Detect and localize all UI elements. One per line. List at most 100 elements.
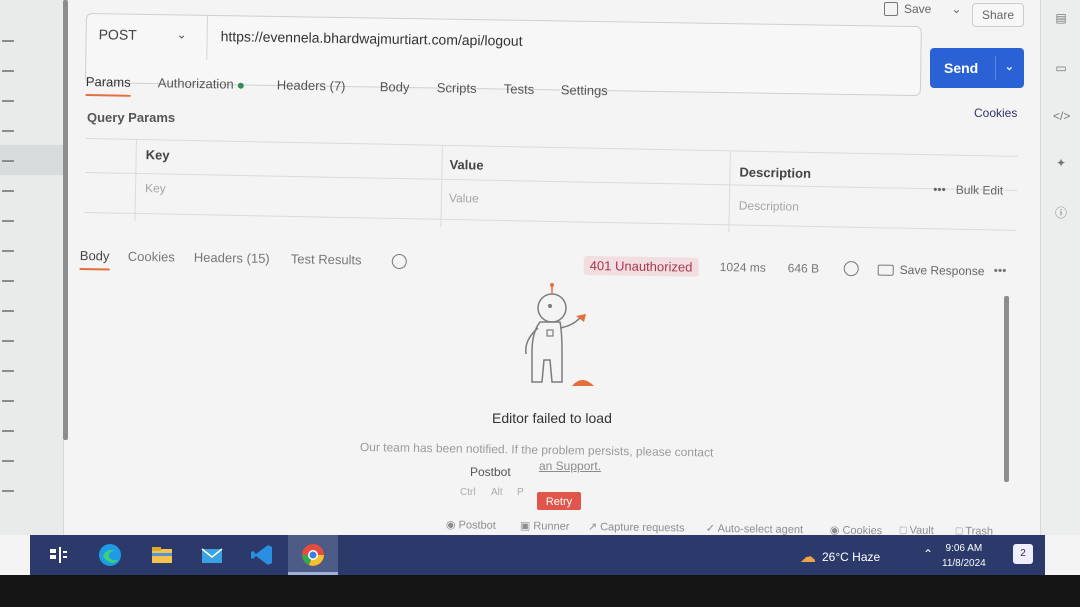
more-icon: ••• [933,182,946,197]
more-icon[interactable]: ••• [994,263,1007,277]
sidebar-item[interactable] [2,160,14,162]
sidebar-item[interactable] [2,100,14,102]
tab-headers[interactable]: Headers (7) [277,77,346,93]
task-view-icon[interactable] [44,541,72,569]
comments-icon[interactable]: ▭ [1053,60,1069,76]
query-params-heading: Query Params [87,110,176,125]
support-link[interactable]: an Support. [539,459,601,473]
vscode-icon[interactable] [248,541,276,569]
sidebar-item[interactable] [2,40,14,42]
divider [728,150,731,233]
mail-icon[interactable] [198,541,226,569]
document-icon[interactable]: ▤ [1053,10,1069,26]
tab-settings[interactable]: Settings [561,82,608,98]
save-label: Save [904,2,932,16]
error-message: Our team has been notified. If the probl… [359,440,714,460]
chevron-down-icon[interactable]: ⌄ [951,2,961,16]
divider [440,144,443,227]
chevron-up-icon[interactable]: ⌃ [923,547,933,561]
error-title: Editor failed to load [492,410,612,426]
tab-authorization[interactable]: Authorization [157,75,244,92]
save-icon [877,264,894,276]
postbot-label: Postbot [470,465,511,479]
tab-scripts[interactable]: Scripts [437,80,477,96]
response-time[interactable]: 1024 ms [720,260,766,275]
chrome-icon[interactable] [299,541,327,569]
column-header-description: Description [739,164,812,181]
clock-time: 9:06 AM [945,543,983,554]
send-button[interactable]: Send ⌄ [930,48,1024,88]
response-tab-headers[interactable]: Headers (15) [194,250,270,266]
statusbar-capture[interactable]: ↗ Capture requests [588,520,685,534]
weather-widget[interactable]: ☁ 26°C Haze [800,547,880,567]
sidebar-item[interactable] [2,280,14,282]
save-button[interactable]: Save ⌄ [884,2,961,16]
sidebar-item[interactable] [2,460,14,462]
response-tab-cookies[interactable]: Cookies [128,249,175,265]
save-response-button[interactable]: Save Response [877,263,985,278]
response-tab-body[interactable]: Body [80,248,110,263]
chevron-down-icon[interactable]: ⌄ [1005,60,1014,73]
response-scrollbar[interactable] [1004,296,1009,482]
sidebar-item[interactable] [2,370,14,372]
retry-button[interactable]: Retry [537,492,581,510]
status-badge[interactable]: 401 Unauthorized [583,255,699,277]
file-explorer-icon[interactable] [148,541,176,569]
notification-count: 2 [1020,548,1026,559]
description-input[interactable]: Description [739,199,799,214]
cookies-link[interactable]: Cookies [974,106,1017,120]
collections-sidebar [0,0,64,535]
monitor-bezel [0,575,1080,607]
sidebar-item[interactable] [2,250,14,252]
statusbar-runner[interactable]: ▣ Runner [520,519,570,533]
sidebar-item[interactable] [2,220,14,222]
share-button[interactable]: Share [972,3,1024,27]
history-icon[interactable] [391,253,407,270]
sidebar-item[interactable] [2,400,14,402]
info-icon[interactable]: ⓘ [1053,205,1069,221]
sparkle-icon[interactable]: ✦ [1053,155,1069,171]
bulk-edit-button[interactable]: ••• Bulk Edit [933,182,1003,197]
weather-text: 26°C Haze [822,550,881,564]
globe-icon[interactable] [843,261,859,277]
method-select[interactable]: POST [99,26,137,43]
divider [84,211,1017,231]
shortcut-key: Alt [491,487,503,498]
response-size[interactable]: 646 B [788,261,820,275]
sidebar-item[interactable] [2,340,14,342]
tab-params[interactable]: Params [86,74,131,90]
chevron-down-icon[interactable]: ⌄ [177,27,187,41]
key-input[interactable]: Key [145,181,166,195]
sidebar-item[interactable] [2,430,14,432]
code-icon[interactable]: </> [1053,108,1070,124]
sidebar-item[interactable] [2,190,14,192]
shortcut-key: Ctrl [460,487,476,498]
divider [85,138,1018,157]
astronaut-illustration [525,283,594,386]
statusbar-agent[interactable]: ✓ Auto-select agent [706,522,803,536]
bulk-edit-label: Bulk Edit [955,182,1004,198]
divider [85,171,1018,191]
tab-body[interactable]: Body [380,79,410,95]
url-input[interactable]: https://evennela.bhardwajmurtiart.com/ap… [221,28,523,49]
sidebar-item[interactable] [2,490,14,492]
system-clock[interactable]: 9:06 AM 11/8/2024 [942,541,986,571]
notification-icon[interactable]: 2 [1013,544,1033,564]
windows-taskbar: ☁ 26°C Haze ⌃ 9:06 AM 11/8/2024 2 [30,535,1045,575]
tab-tests[interactable]: Tests [504,81,535,97]
save-icon [884,2,898,16]
divider [206,15,208,60]
response-tab-test-results[interactable]: Test Results [291,251,362,267]
tab-label: Authorization [157,75,234,92]
divider [134,138,137,221]
edge-icon[interactable] [96,541,124,569]
sidebar-item[interactable] [2,70,14,72]
column-header-key: Key [145,147,170,163]
statusbar-label: Capture requests [600,521,685,535]
divider [995,56,996,80]
statusbar-postbot[interactable]: ◉ Postbot [446,518,496,532]
sidebar-item[interactable] [2,130,14,132]
value-input[interactable]: Value [449,191,479,206]
sidebar-item[interactable] [2,310,14,312]
sidebar-scrollbar[interactable] [63,0,68,440]
